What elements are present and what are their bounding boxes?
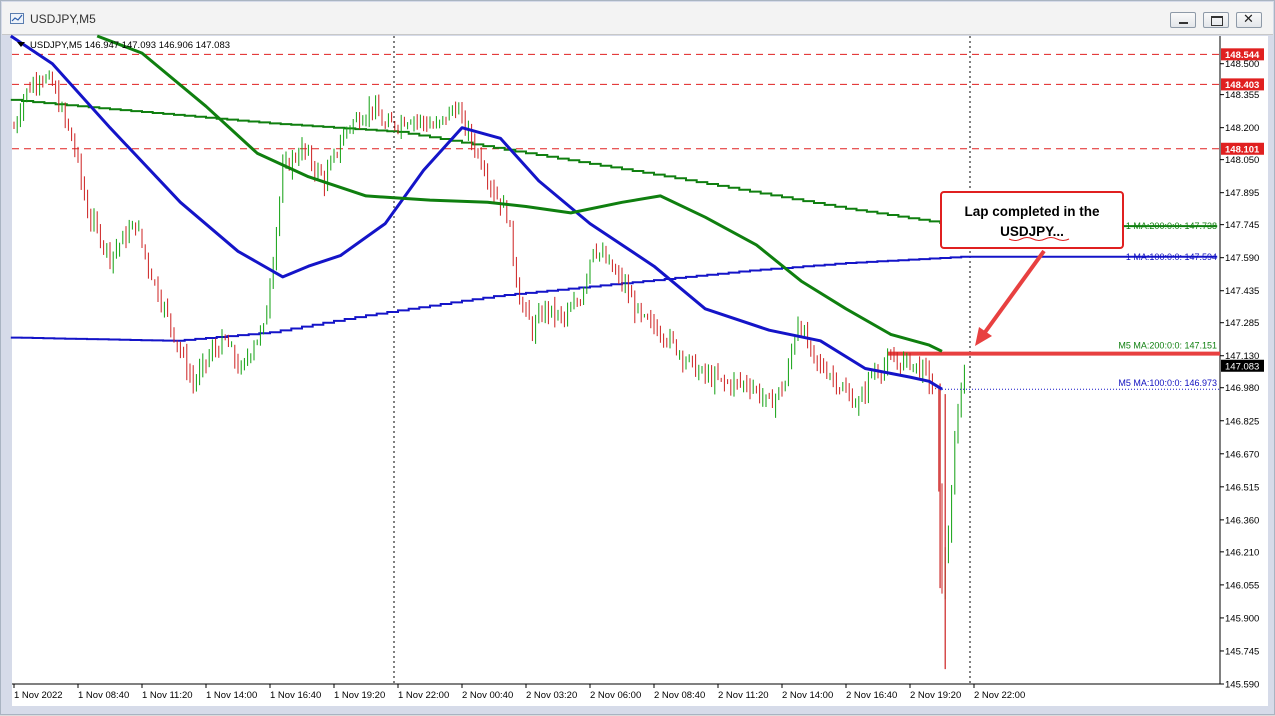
annotation-box — [940, 191, 1124, 249]
y-tick-label: 148.500 — [1225, 59, 1259, 70]
chart-window: USDJPY,M5 ✕ 148.544 148.403 148.101 147.083… — [0, 0, 1275, 715]
x-tick-label: 2 Nov 00:40 — [462, 690, 513, 701]
x-tick-label: 1 Nov 14:00 — [206, 690, 257, 701]
y-tick-label: 146.825 — [1225, 416, 1259, 427]
x-tick-label: 1 Nov 11:20 — [142, 690, 193, 701]
price-chart[interactable]: 148.544148.403148.101147.083 148.500148.… — [1, 1, 1275, 716]
y-tick-label: 147.745 — [1225, 220, 1259, 231]
y-tick-label: 145.900 — [1225, 613, 1259, 624]
x-tick-label: 1 Nov 16:40 — [270, 690, 321, 701]
y-tick-label: 146.210 — [1225, 547, 1259, 558]
y-tick-label: 147.590 — [1225, 253, 1259, 264]
y-tick-label: 145.745 — [1225, 646, 1259, 657]
x-tick-label: 2 Nov 16:40 — [846, 690, 897, 701]
y-tick-label: 147.285 — [1225, 318, 1259, 329]
x-tick-label: 1 Nov 08:40 — [78, 690, 129, 701]
y-tick-label: 146.980 — [1225, 383, 1259, 394]
y-tick-label: 145.590 — [1225, 680, 1259, 691]
level-price-label: 148.101 — [1225, 144, 1260, 155]
x-tick-label: 2 Nov 03:20 — [526, 690, 577, 701]
y-tick-label: 147.130 — [1225, 351, 1259, 362]
x-tick-label: 1 Nov 19:20 — [334, 690, 385, 701]
x-tick-label: 2 Nov 06:00 — [590, 690, 641, 701]
plot-area — [12, 36, 1220, 684]
y-tick-label: 146.360 — [1225, 515, 1259, 526]
y-tick-label: 148.050 — [1225, 155, 1259, 166]
annotation-line-2: USDJPY... — [1000, 224, 1064, 239]
ma-value-label: 1 MA:200:0:0: 147.738 — [1126, 221, 1217, 231]
x-tick-label: 2 Nov 14:00 — [782, 690, 833, 701]
y-tick-label: 148.355 — [1225, 90, 1259, 101]
y-tick-label: 147.435 — [1225, 286, 1259, 297]
chart-header: USDJPY,M5 146.947 147.093 146.906 147.08… — [17, 40, 230, 51]
y-tick-label: 146.515 — [1225, 482, 1259, 493]
ma-value-label: 1 MA:100:0:0: 147.594 — [1126, 252, 1217, 262]
y-tick-label: 147.895 — [1225, 188, 1259, 199]
current-price-label: 147.083 — [1225, 361, 1259, 372]
y-tick-label: 148.200 — [1225, 123, 1259, 134]
ma-value-label: M5 MA:100:0:0: 146.973 — [1118, 378, 1217, 388]
ma-value-label: M5 MA:200:0:0: 147.151 — [1118, 340, 1217, 350]
x-tick-label: 1 Nov 2022 — [14, 690, 63, 701]
x-tick-label: 2 Nov 08:40 — [654, 690, 705, 701]
ohlc-header: USDJPY,M5 146.947 147.093 146.906 147.08… — [30, 40, 230, 51]
y-tick-label: 146.670 — [1225, 449, 1259, 460]
x-tick-label: 2 Nov 19:20 — [910, 690, 961, 701]
annotation-line-1: Lap completed in the — [964, 204, 1100, 219]
x-tick-label: 2 Nov 11:20 — [718, 690, 769, 701]
y-tick-label: 146.055 — [1225, 580, 1259, 591]
x-tick-label: 1 Nov 22:00 — [398, 690, 449, 701]
x-tick-label: 2 Nov 22:00 — [974, 690, 1025, 701]
